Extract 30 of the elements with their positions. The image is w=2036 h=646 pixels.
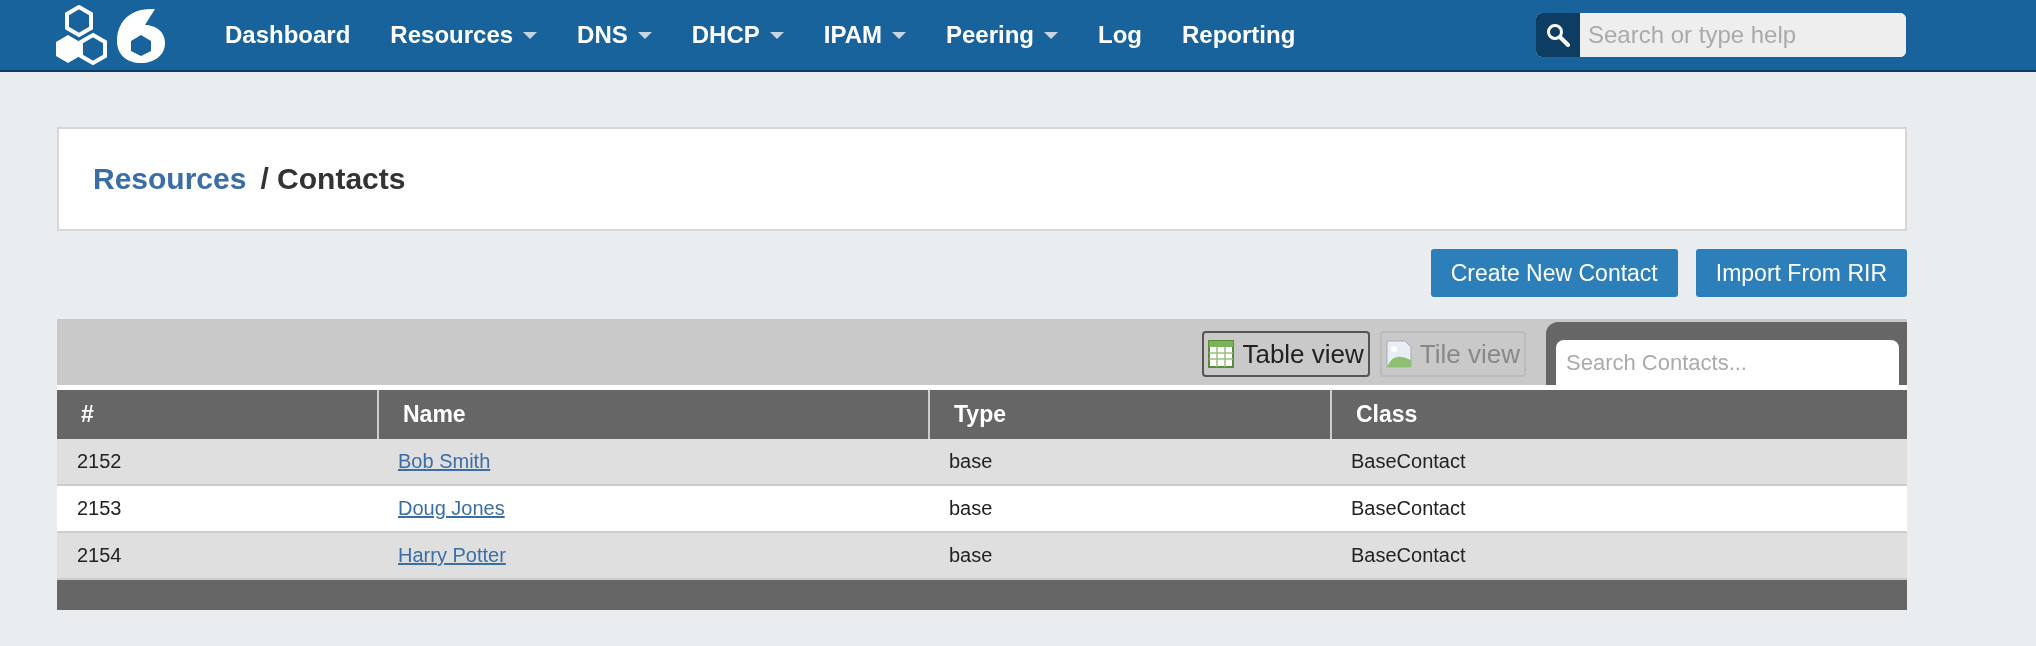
column-header: Name — [378, 387, 929, 439]
caret-icon — [1044, 31, 1059, 39]
nav-link[interactable]: Peering — [926, 21, 1079, 49]
contact-link[interactable]: Bob Smith — [398, 450, 491, 472]
nav-link[interactable]: Resources — [370, 21, 558, 49]
nav-link[interactable]: DNS — [557, 21, 672, 49]
grid-icon — [1208, 340, 1235, 368]
image-icon — [1385, 340, 1412, 368]
table-view-button[interactable]: Table view — [1202, 331, 1370, 377]
action-button[interactable]: Create New Contact — [1430, 249, 1678, 297]
caret-icon — [769, 31, 784, 39]
search-contacts-field[interactable]: Search Contacts... — [1556, 340, 1899, 385]
search-field[interactable]: Search or type help — [1536, 13, 1906, 57]
breadcrumb-link[interactable]: Resources — [93, 162, 247, 196]
column-header: Type — [929, 387, 1331, 439]
search-icon[interactable] — [1546, 23, 1570, 47]
nav-link[interactable]: DHCP — [671, 21, 804, 49]
contact-link[interactable]: Doug Jones — [398, 497, 505, 519]
action-button[interactable]: Import From RIR — [1695, 249, 1907, 297]
caret-icon — [892, 31, 906, 39]
caret-icon — [523, 31, 538, 39]
nav-link[interactable]: Log — [1078, 21, 1162, 49]
nav-link[interactable]: Dashboard — [205, 21, 371, 49]
page-title: / Contacts — [260, 162, 406, 196]
nav-link[interactable]: Reporting — [1162, 21, 1316, 49]
column-header: # — [57, 387, 378, 439]
contact-link[interactable]: Harry Potter — [398, 544, 506, 566]
column-header: Class — [1331, 387, 1907, 439]
nav-link[interactable]: IPAM — [803, 21, 926, 49]
caret-icon — [637, 31, 652, 39]
